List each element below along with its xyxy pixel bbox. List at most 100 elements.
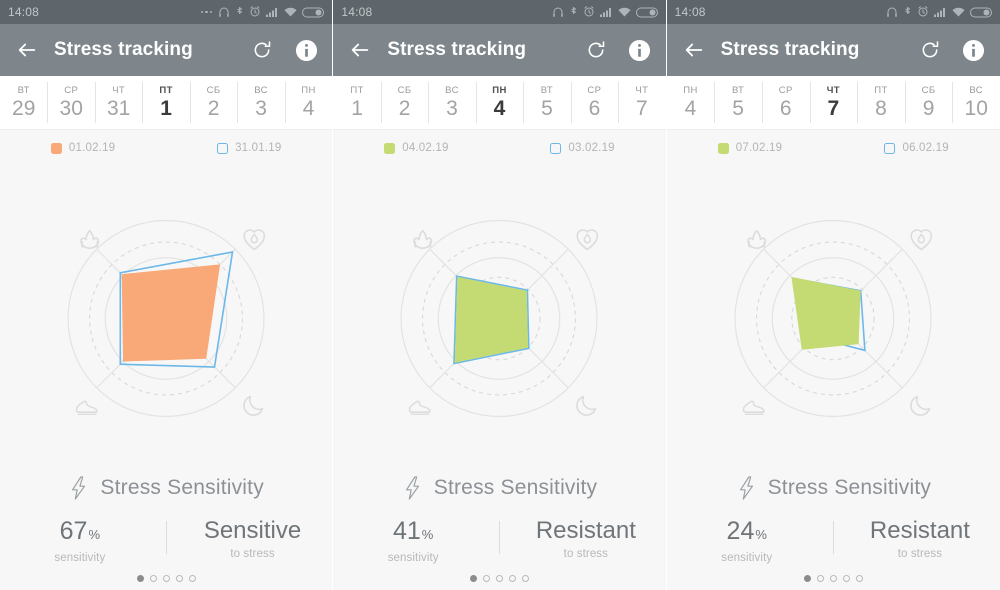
date-strip-day-selected[interactable]: ПН4	[476, 76, 523, 129]
day-of-week-label: ЧТ	[635, 85, 648, 96]
page-dot[interactable]	[817, 575, 824, 582]
date-strip-day[interactable]: ВТ29	[0, 76, 47, 129]
back-arrow-icon[interactable]	[14, 37, 40, 63]
date-strip: ПТ1СБ2ВС3ПН4ВТ5СР6ЧТ7	[333, 76, 665, 130]
date-strip-day[interactable]: ВТ5	[714, 76, 762, 129]
date-strip-day[interactable]: ПТ8	[857, 76, 905, 129]
page-dot[interactable]	[176, 575, 183, 582]
status-icon-tray	[552, 6, 658, 18]
refresh-icon[interactable]	[584, 38, 608, 62]
page-dot[interactable]	[483, 575, 490, 582]
app-bar: Stress tracking	[333, 24, 665, 76]
info-icon[interactable]	[962, 38, 986, 62]
page-dot[interactable]	[856, 575, 863, 582]
heart-drop-icon	[578, 230, 598, 249]
app-bar-actions	[918, 38, 986, 62]
alarm-icon	[583, 6, 595, 18]
day-of-week-label: ВС	[969, 85, 983, 96]
day-number-label: 10	[965, 97, 988, 121]
sensitivity-percent-value: 67	[60, 517, 88, 545]
page-dot[interactable]	[150, 575, 157, 582]
day-number-label: 31	[107, 97, 130, 121]
page-indicator[interactable]	[333, 575, 665, 582]
summary-title-label: Stress Sensitivity	[768, 476, 931, 500]
date-strip-day[interactable]: СР6	[571, 76, 618, 129]
day-number-label: 4	[685, 97, 697, 121]
metrics-row: 24%sensitivityResistantto stress	[667, 517, 1000, 564]
page-indicator[interactable]	[667, 575, 1000, 582]
date-strip-day[interactable]: ЧТ7	[618, 76, 665, 129]
day-number-label: 1	[160, 97, 172, 121]
summary-title-row: Stress Sensitivity	[0, 475, 332, 501]
day-number-label: 5	[541, 97, 553, 121]
lotus-icon	[748, 231, 766, 249]
date-strip-day[interactable]: ПН4	[667, 76, 715, 129]
app-bar: Stress tracking	[667, 24, 1000, 76]
page-indicator[interactable]	[0, 575, 332, 582]
page-dot-active[interactable]	[470, 575, 477, 582]
page-dot-active[interactable]	[137, 575, 144, 582]
battery-icon	[302, 7, 324, 18]
date-strip-day[interactable]: СБ2	[381, 76, 428, 129]
metrics-row: 41%sensitivityResistantto stress	[333, 517, 665, 564]
lightning-bolt-icon	[736, 475, 758, 501]
refresh-icon[interactable]	[918, 38, 942, 62]
info-icon[interactable]	[628, 38, 652, 62]
page-dot[interactable]	[830, 575, 837, 582]
sensitivity-caption: sensitivity	[54, 552, 105, 564]
date-strip-day-selected[interactable]: ЧТ7	[810, 76, 858, 129]
percent-symbol: %	[755, 521, 767, 549]
date-strip-day-selected[interactable]: ПТ1	[142, 76, 189, 129]
date-strip-day[interactable]: СР30	[47, 76, 94, 129]
date-strip-day[interactable]: СБ9	[905, 76, 953, 129]
refresh-icon[interactable]	[250, 38, 274, 62]
page-dot[interactable]	[163, 575, 170, 582]
day-number-label: 9	[923, 97, 935, 121]
day-of-week-label: ВТ	[732, 85, 744, 96]
status-clock: 14:08	[8, 5, 39, 19]
legend-swatch-current	[51, 143, 62, 154]
sensitivity-caption: sensitivity	[721, 552, 772, 564]
lotus-icon	[414, 231, 432, 249]
date-strip-day[interactable]: СР6	[762, 76, 810, 129]
page-dot[interactable]	[509, 575, 516, 582]
sensitivity-metric: 41%sensitivity	[333, 517, 499, 564]
date-strip-day[interactable]: ВС3	[237, 76, 284, 129]
legend-label-previous: 03.02.19	[568, 142, 614, 154]
verdict-value: Resistant	[536, 517, 636, 545]
date-strip-day[interactable]: ЧТ31	[95, 76, 142, 129]
page-dot[interactable]	[189, 575, 196, 582]
date-strip-day[interactable]: ВС3	[428, 76, 475, 129]
date-strip-day[interactable]: ВС10	[952, 76, 1000, 129]
status-icon-tray	[886, 6, 992, 18]
date-strip-day[interactable]: СБ2	[190, 76, 237, 129]
shoe-icon	[77, 401, 98, 414]
date-strip-day[interactable]: ПН4	[285, 76, 332, 129]
chart-legend: 01.02.1931.01.19	[0, 130, 332, 166]
page-dot[interactable]	[522, 575, 529, 582]
wifi-icon	[952, 7, 965, 18]
summary-title-row: Stress Sensitivity	[667, 475, 1000, 501]
page-dot-active[interactable]	[804, 575, 811, 582]
day-of-week-label: СБ	[207, 85, 221, 96]
back-arrow-icon[interactable]	[681, 37, 707, 63]
back-arrow-icon[interactable]	[347, 37, 373, 63]
page-dot[interactable]	[843, 575, 850, 582]
day-of-week-label: СР	[64, 85, 78, 96]
percent-symbol: %	[422, 521, 434, 549]
page-title: Stress tracking	[721, 39, 860, 61]
chart-legend: 07.02.1906.02.19	[667, 130, 1000, 166]
day-number-label: 8	[875, 97, 887, 121]
legend-swatch-previous	[884, 143, 895, 154]
info-icon[interactable]	[294, 38, 318, 62]
date-strip-day[interactable]: ВТ5	[523, 76, 570, 129]
day-of-week-label: ВС	[254, 85, 268, 96]
legend-label-previous: 06.02.19	[902, 142, 948, 154]
bluetooth-icon	[569, 6, 578, 18]
date-strip-day[interactable]: ПТ1	[333, 76, 380, 129]
day-number-label: 3	[255, 97, 267, 121]
shoe-icon	[744, 401, 765, 414]
page-dot[interactable]	[496, 575, 503, 582]
sensitivity-metric: 67%sensitivity	[0, 517, 166, 564]
moon-icon	[244, 397, 262, 415]
